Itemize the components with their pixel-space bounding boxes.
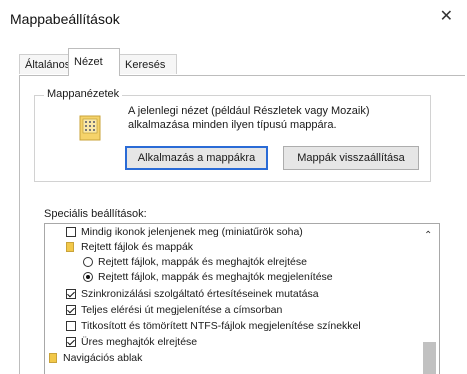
list-item-label: Mindig ikonok jelenjenek meg (miniatűrök… <box>81 226 303 238</box>
checkbox-hide-empty-drives[interactable] <box>66 337 76 347</box>
advanced-settings-label: Speciális beállítások: <box>44 208 147 220</box>
list-item-label: Titkosított és tömörített NTFS-fájlok me… <box>81 320 361 332</box>
list-item-label: Szinkronizálási szolgáltató értesítésein… <box>81 288 319 300</box>
tab-search[interactable]: Keresés <box>119 54 177 74</box>
folder-view-icon <box>79 115 101 141</box>
scroll-thumb[interactable] <box>423 342 436 374</box>
checkbox-always-icons[interactable] <box>66 227 76 237</box>
folder-icon <box>49 353 57 363</box>
folder-views-description: A jelenlegi nézet (például Részletek vag… <box>128 105 370 131</box>
tab-general[interactable]: Általános <box>19 54 70 74</box>
list-item-label: Rejtett fájlok, mappák és meghajtók elre… <box>98 256 307 268</box>
title-bar: Mappabeállítások ✕ <box>0 0 467 38</box>
checkbox-full-path[interactable] <box>66 305 76 315</box>
advanced-settings-list: Mindig ikonok jelenjenek meg (miniatűrök… <box>44 223 440 374</box>
scroll-up-arrow-icon[interactable]: ⌃ <box>424 230 432 241</box>
folder-views-title: Mappanézetek <box>44 88 123 100</box>
tab-view[interactable]: Nézet <box>68 48 120 76</box>
apply-to-folders-button[interactable]: Alkalmazás a mappákra <box>125 146 268 170</box>
list-item-label: Rejtett fájlok, mappák és meghajtók megj… <box>98 271 333 283</box>
list-scrollbar[interactable]: ⌃ <box>420 224 439 374</box>
radio-show-hidden[interactable] <box>83 272 93 282</box>
list-item-label: Navigációs ablak <box>63 352 143 364</box>
window-title: Mappabeállítások <box>10 11 120 27</box>
checkbox-ntfs-colors[interactable] <box>66 321 76 331</box>
list-item-label: Teljes elérési út megjelenítése a címsor… <box>81 304 283 316</box>
list-item-label: Rejtett fájlok és mappák <box>81 241 194 253</box>
checkbox-sync-notifications[interactable] <box>66 289 76 299</box>
close-icon[interactable]: ✕ <box>440 9 453 25</box>
reset-folders-button[interactable]: Mappák visszaállítása <box>283 146 419 170</box>
radio-hide-hidden[interactable] <box>83 257 93 267</box>
list-item-label: Üres meghajtók elrejtése <box>81 336 198 348</box>
folder-icon <box>66 242 74 252</box>
